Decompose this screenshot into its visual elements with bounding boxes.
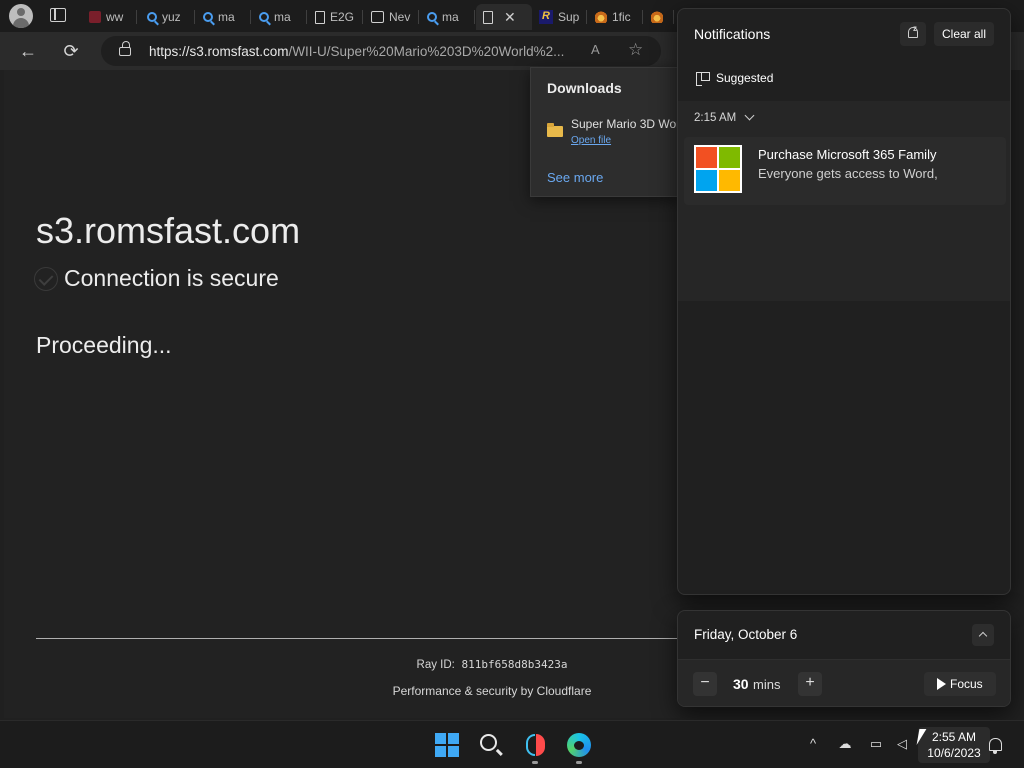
ms-logo-yellow	[719, 170, 740, 191]
notification-title: Purchase Microsoft 365 Family	[758, 147, 937, 162]
fire-icon	[595, 11, 607, 23]
calendar-date: Friday, October 6	[694, 627, 798, 642]
start-windows-icon[interactable]	[435, 733, 459, 757]
focus-minutes: 30	[733, 676, 749, 692]
ms-logo-red	[696, 147, 717, 168]
taskbar-clock[interactable]: 2:55 AM 10/6/2023	[918, 727, 990, 763]
status-text: Proceeding...	[36, 332, 172, 358]
volume-muted-icon[interactable]: ◁	[893, 735, 911, 753]
tab-3[interactable]: ma	[196, 4, 251, 30]
folder-icon	[547, 123, 563, 137]
taskbar-search-icon[interactable]	[480, 734, 497, 751]
open-file-link[interactable]: Open file	[571, 135, 611, 146]
profile-avatar-icon[interactable]	[9, 4, 33, 28]
calendar-panel: Friday, October 6 − 30 mins + Focus	[677, 610, 1011, 707]
fire-icon	[651, 11, 663, 23]
running-indicator	[532, 761, 538, 764]
tab-actions-icon[interactable]	[50, 8, 66, 22]
downloads-title: Downloads	[547, 80, 622, 96]
address-bar[interactable]: https://s3.romsfast.com/WII-U/Super%20Ma…	[101, 36, 661, 66]
notification-bell-icon[interactable]	[989, 738, 1002, 754]
ms-logo-blue	[696, 170, 717, 191]
read-aloud-icon[interactable]: A	[591, 42, 600, 57]
decrease-minutes-button[interactable]: −	[693, 672, 717, 696]
gallery-icon	[371, 11, 384, 23]
search-icon	[203, 12, 213, 22]
do-not-disturb-button[interactable]: z	[900, 22, 926, 46]
notification-center: Notifications z Clear all Suggested 2:15…	[677, 8, 1011, 595]
tab-2[interactable]: yuz	[140, 4, 195, 30]
play-icon	[937, 678, 946, 690]
tray-overflow-chevron-icon[interactable]: ^	[804, 735, 822, 753]
tab-6[interactable]: Nev	[364, 4, 419, 30]
tab-4[interactable]: ma	[252, 4, 307, 30]
close-tab-icon[interactable]: ✕	[504, 9, 516, 26]
secure-text: Connection is secure	[64, 265, 279, 291]
tab-11[interactable]	[644, 4, 674, 30]
see-more-link[interactable]: See more	[547, 170, 603, 185]
romsfast-logo-icon: R	[539, 10, 553, 24]
secure-status: Connection is secure	[34, 265, 279, 292]
focus-button[interactable]: Focus	[924, 672, 996, 696]
clock-date: 10/6/2023	[927, 746, 981, 760]
notification-card[interactable]: Purchase Microsoft 365 Family Everyone g…	[684, 137, 1006, 205]
microsoft-logo-icon	[694, 145, 742, 193]
search-icon	[427, 12, 437, 22]
search-icon	[147, 12, 157, 22]
lock-icon[interactable]	[119, 41, 131, 56]
red-site-icon	[89, 11, 101, 23]
clock-time: 2:55 AM	[931, 730, 977, 744]
check-icon	[34, 266, 58, 291]
page-icon	[315, 10, 325, 24]
search-icon	[259, 12, 269, 22]
increase-minutes-button[interactable]: +	[798, 672, 822, 696]
url-text[interactable]: https://s3.romsfast.com/WII-U/Super%20Ma…	[149, 44, 564, 59]
tab-7[interactable]: ma	[420, 4, 475, 30]
site-title: s3.romsfast.com	[36, 210, 301, 251]
onedrive-icon[interactable]: ☁	[836, 735, 854, 753]
tab-active[interactable]: ✕	[476, 4, 532, 30]
focus-minutes-unit: mins	[753, 677, 781, 692]
refresh-icon[interactable]: ⟳	[60, 40, 82, 62]
footer-divider	[36, 638, 684, 639]
ms-logo-green	[719, 147, 740, 168]
notifications-title: Notifications	[694, 26, 771, 42]
suggested-heading: Suggested	[716, 71, 774, 85]
tab-5[interactable]: E2G	[308, 4, 363, 30]
nintendo-switch-emulator-icon[interactable]	[524, 733, 546, 757]
notification-body: Everyone gets access to Word,	[758, 166, 938, 181]
clear-all-button[interactable]: Clear all	[934, 22, 994, 46]
tab-9[interactable]: R Sup	[532, 4, 587, 30]
group-time: 2:15 AM	[694, 112, 737, 124]
taskbar: ^ ☁ ▭ ◁ 2:55 AM 10/6/2023	[0, 720, 1024, 768]
download-file-name[interactable]: Super Mario 3D Wor	[571, 117, 680, 131]
favorite-star-icon[interactable]: ☆	[628, 40, 643, 60]
suggested-icon	[696, 72, 710, 86]
running-indicator	[576, 761, 582, 764]
tab-10[interactable]: 1fic	[588, 4, 643, 30]
page-icon	[483, 10, 493, 24]
network-icon[interactable]: ▭	[867, 735, 885, 753]
downloads-flyout: Downloads Super Mario 3D Wor Open file S…	[530, 67, 680, 197]
back-arrow-icon[interactable]: ←	[17, 40, 39, 62]
chevron-up-icon[interactable]	[972, 624, 994, 646]
edge-browser-icon[interactable]	[567, 733, 591, 757]
tab-1[interactable]: ww	[82, 4, 137, 30]
